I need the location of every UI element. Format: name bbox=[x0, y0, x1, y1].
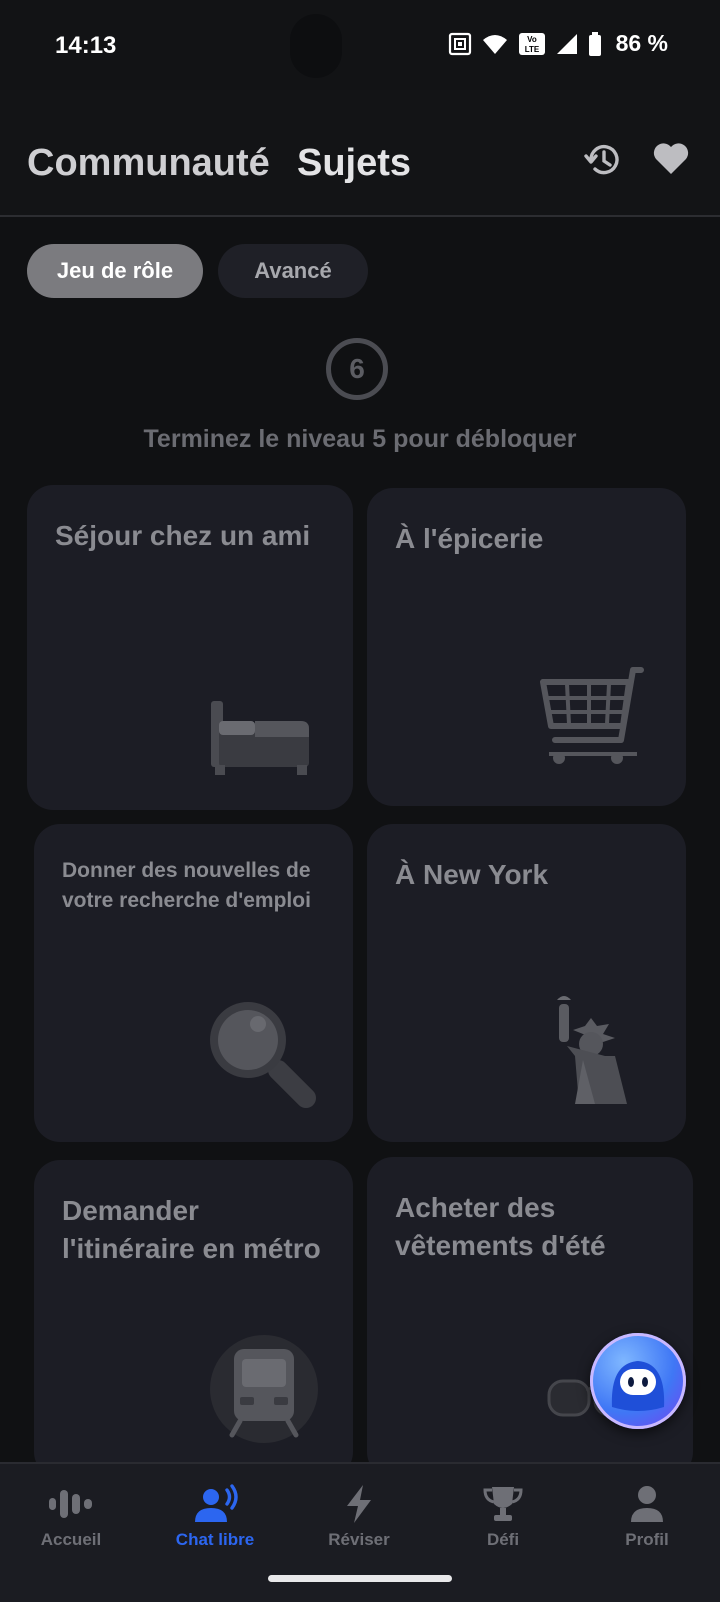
lightning-icon bbox=[347, 1485, 371, 1523]
wifi-icon bbox=[482, 32, 508, 56]
bed-icon bbox=[205, 693, 317, 782]
nav-home[interactable]: Accueil bbox=[6, 1484, 136, 1550]
volte-icon: Vo LTE bbox=[518, 32, 546, 56]
card-title: Donner des nouvelles de votre recherche … bbox=[62, 859, 311, 913]
svg-text:LTE: LTE bbox=[524, 45, 539, 54]
heart-icon[interactable] bbox=[652, 140, 690, 181]
status-icons: Vo LTE 86 % bbox=[448, 30, 668, 57]
nav-free-chat[interactable]: Chat libre bbox=[150, 1484, 280, 1550]
magnifier-icon bbox=[206, 998, 318, 1115]
top-header: Communauté Sujets bbox=[0, 90, 720, 217]
card-title: Acheter des vêtements d'été bbox=[395, 1192, 606, 1261]
card-title: À l'épicerie bbox=[395, 523, 544, 554]
shopping-cart-icon bbox=[537, 664, 649, 779]
ai-assistant-button[interactable] bbox=[590, 1333, 686, 1429]
person-icon bbox=[631, 1486, 663, 1522]
metro-train-icon bbox=[210, 1335, 318, 1448]
card-title: Demander l'itinéraire en métro bbox=[62, 1195, 321, 1264]
status-time: 14:13 bbox=[55, 32, 117, 59]
nav-label: Profil bbox=[625, 1530, 669, 1549]
topic-card[interactable]: À New York bbox=[367, 824, 686, 1142]
level-badge: 6 bbox=[326, 338, 388, 400]
statue-of-liberty-icon bbox=[545, 996, 635, 1111]
nav-review[interactable]: Réviser bbox=[294, 1484, 424, 1550]
nav-challenge[interactable]: Défi bbox=[438, 1484, 568, 1550]
robot-face-icon bbox=[611, 1361, 665, 1411]
topic-card[interactable]: Donner des nouvelles de votre recherche … bbox=[34, 824, 353, 1142]
topic-card[interactable]: Demander l'itinéraire en métro bbox=[34, 1160, 353, 1478]
segment-advanced[interactable]: Avancé bbox=[218, 244, 368, 298]
tab-community[interactable]: Communauté bbox=[27, 142, 270, 185]
topic-card[interactable]: Séjour chez un ami bbox=[27, 485, 353, 810]
home-indicator[interactable] bbox=[268, 1575, 452, 1582]
nav-profile[interactable]: Profil bbox=[582, 1484, 712, 1550]
tab-topics[interactable]: Sujets bbox=[297, 142, 411, 185]
svg-text:Vo: Vo bbox=[527, 35, 537, 44]
status-bar: 14:13 Vo LTE 86 % bbox=[0, 0, 720, 90]
camera-cutout bbox=[290, 14, 342, 78]
unlock-message: Terminez le niveau 5 pour débloquer bbox=[143, 425, 577, 453]
card-title: À New York bbox=[395, 859, 549, 890]
battery-level: 86 % bbox=[615, 30, 668, 56]
nav-label: Défi bbox=[486, 1530, 520, 1549]
history-icon[interactable] bbox=[583, 140, 623, 185]
nav-label: Réviser bbox=[328, 1530, 390, 1549]
nfc-icon bbox=[448, 32, 472, 56]
nav-label: Chat libre bbox=[175, 1530, 255, 1549]
topic-card[interactable]: À l'épicerie bbox=[367, 488, 686, 806]
trophy-icon bbox=[483, 1487, 523, 1521]
battery-icon bbox=[588, 31, 602, 56]
waveform-icon bbox=[49, 1490, 92, 1518]
topic-card[interactable]: Acheter des vêtements d'été bbox=[367, 1157, 693, 1478]
signal-icon bbox=[556, 32, 578, 56]
segment-role-play[interactable]: Jeu de rôle bbox=[27, 244, 203, 298]
nav-label: Accueil bbox=[40, 1530, 102, 1549]
card-title: Séjour chez un ami bbox=[55, 520, 311, 551]
level-number: 6 bbox=[349, 353, 365, 384]
chat-voice-icon bbox=[195, 1484, 238, 1522]
